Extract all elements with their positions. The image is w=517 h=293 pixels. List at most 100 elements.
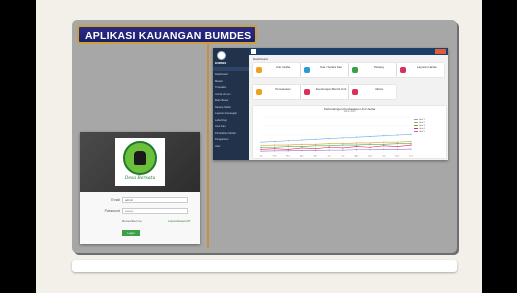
logo-text: Desa Bersatu [124, 176, 156, 181]
stat-card[interactable]: Unit Usaha [253, 63, 300, 77]
data-point [396, 148, 398, 150]
sidebar-item[interactable]: Neraca Saldo [215, 106, 247, 109]
remember-checkbox[interactable]: Remember me [122, 219, 142, 223]
x-tick-label: Des [409, 156, 414, 158]
sidebar-item[interactable]: User [215, 145, 247, 148]
x-tick-label: Jul [341, 156, 344, 158]
sidebar-item[interactable]: Pengaturan [215, 138, 247, 141]
login-button[interactable]: Login [122, 230, 140, 236]
legend-item[interactable]: Unit 5 [414, 131, 444, 134]
user-menu-button[interactable] [435, 49, 446, 54]
forgot-password-link[interactable]: Lupa Password? [168, 219, 190, 223]
x-tick-label: Nov [395, 156, 400, 158]
data-point [383, 145, 385, 147]
dashboard-sidebar: BUMDES Dashboard Master Transaksi Jurnal Um… [213, 48, 249, 160]
username-input[interactable]: admin [122, 197, 188, 203]
stat-card-label: Kas / Setara Kas [320, 65, 342, 69]
legend-label: Unit 4 [419, 128, 425, 131]
password-input[interactable]: •••••••• [122, 208, 188, 214]
avatar [217, 51, 226, 60]
sidebar-item[interactable]: Jurnal Umum [215, 93, 247, 96]
stat-card[interactable]: Aktiva [349, 85, 396, 99]
stat-card[interactable]: Kas / Setara Kas [301, 63, 348, 77]
stat-card-icon [256, 89, 262, 95]
data-point [314, 145, 317, 147]
x-tick-label: Agu [355, 155, 360, 158]
legend-label: Unit 1 [419, 119, 425, 122]
stat-card-icon [304, 89, 310, 95]
data-point [314, 149, 317, 152]
data-point [274, 150, 276, 152]
data-point [301, 147, 303, 149]
legend-label: Unit 2 [419, 122, 425, 125]
data-point [274, 146, 276, 148]
data-point [410, 140, 412, 143]
data-point [410, 148, 412, 150]
data-point [260, 148, 262, 150]
data-point [287, 144, 289, 146]
data-point [260, 141, 262, 143]
sidebar-item[interactable]: Dashboard [215, 73, 247, 76]
data-point [274, 148, 276, 150]
data-point [383, 148, 385, 150]
data-point [301, 139, 303, 141]
password-label: Password [104, 209, 120, 213]
data-point [328, 138, 330, 140]
x-tick-label: Mar [286, 155, 290, 158]
data-point [274, 144, 276, 146]
series-line [260, 143, 411, 148]
data-point [314, 148, 317, 150]
data-point [383, 135, 385, 137]
sidebar-item[interactable]: Laba Rugi [215, 119, 247, 122]
x-tick-label: Apr [300, 155, 304, 158]
x-tick-label: Mei [314, 156, 318, 158]
data-point [287, 148, 289, 150]
data-point [369, 146, 371, 148]
stat-card[interactable]: Piutang [349, 63, 396, 77]
data-point [383, 141, 385, 143]
stat-card[interactable]: Laporan Harian [397, 63, 444, 77]
data-point [328, 143, 330, 145]
data-point [301, 145, 303, 148]
data-point [410, 144, 412, 146]
stat-card[interactable]: Pemasukan [253, 85, 300, 99]
legend-swatch [414, 128, 418, 129]
data-point [260, 147, 262, 149]
sidebar-item[interactable]: Transaksi [215, 86, 247, 89]
data-point [301, 143, 303, 145]
legend-swatch [414, 122, 418, 123]
stat-card-icon [400, 67, 406, 73]
sidebar-item[interactable]: Buku Besar [215, 99, 247, 102]
sidebar-item[interactable]: Arus Kas [215, 125, 247, 128]
stat-card-label: Aktiva [375, 87, 383, 91]
data-point [369, 149, 371, 151]
sidebar-brand: BUMDES [215, 62, 227, 65]
data-point [342, 143, 344, 145]
legend-swatch [414, 119, 418, 120]
x-tick-label: Okt [382, 155, 386, 158]
stat-card[interactable]: Keuntungan Bersih Unit [301, 85, 348, 99]
data-point [396, 141, 398, 143]
data-point [260, 145, 262, 147]
stat-card-icon [352, 67, 358, 73]
data-point [355, 145, 358, 148]
data-point [355, 142, 358, 144]
data-point [287, 145, 289, 148]
dashboard-topbar [249, 48, 448, 55]
stat-card-label: Unit Usaha [275, 65, 291, 69]
sidebar-item[interactable]: Laporan Keuangan [215, 112, 247, 115]
series-line [260, 133, 412, 143]
logo-emblem-icon [123, 141, 157, 175]
username-label: Email [111, 198, 120, 202]
dashboard-screenshot: BUMDES Dashboard Master Transaksi Jurnal Um… [213, 48, 448, 160]
sidebar-item[interactable]: Master [215, 80, 247, 83]
x-tick-label: Feb [273, 156, 278, 158]
data-point [396, 143, 398, 145]
stat-card-label: Piutang [374, 65, 384, 69]
sidebar-item[interactable]: Perubahan Modal [215, 132, 247, 135]
chart-legend: Unit 1 Unit 2 Unit 3 Unit 4 Unit 5 [414, 119, 444, 134]
legend-swatch [414, 131, 418, 132]
menu-icon[interactable] [251, 49, 256, 54]
sidebar-section [213, 67, 249, 71]
data-point [342, 137, 344, 139]
